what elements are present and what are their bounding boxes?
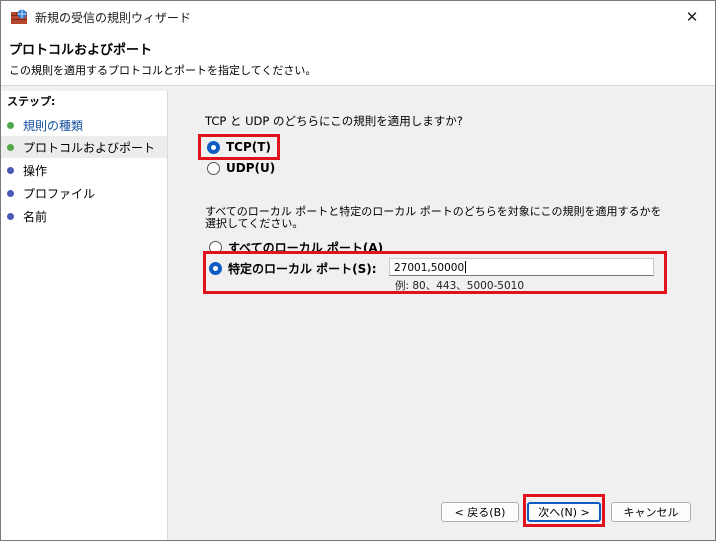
step-pending-dot-icon <box>7 189 14 197</box>
close-button[interactable]: ✕ <box>669 1 715 33</box>
next-highlight-box <box>523 494 605 527</box>
step-pending-dot-icon <box>7 166 14 174</box>
cancel-button[interactable]: キャンセル <box>611 502 691 522</box>
step-name[interactable]: 名前 <box>1 205 167 227</box>
back-button-label: < 戻る(B) <box>454 506 506 519</box>
step-label: プロトコルおよびポート <box>23 140 156 155</box>
wizard-window: 新規の受信の規則ウィザード ✕ プロトコルおよびポート この規則を適用するプロト… <box>0 0 716 541</box>
step-complete-dot-icon <box>7 121 14 129</box>
window-title: 新規の受信の規則ウィザード <box>35 11 192 25</box>
radio-unchecked-icon <box>207 161 220 175</box>
step-pending-dot-icon <box>7 212 14 220</box>
steps-panel: ステップ: 規則の種類 プロトコルおよびポート 操作 プロファイル 名前 <box>1 91 168 540</box>
ports-description: すべてのローカル ポートと特定のローカル ポートのどちらを対象にこの規則を適用す… <box>205 205 662 230</box>
udp-label: UDP(U) <box>226 161 276 175</box>
step-complete-dot-icon <box>7 143 14 151</box>
step-action[interactable]: 操作 <box>1 159 167 181</box>
title-bar: 新規の受信の規則ウィザード ✕ <box>1 1 715 33</box>
step-label: 操作 <box>23 163 48 178</box>
step-label: プロファイル <box>23 186 96 201</box>
step-label: 名前 <box>23 209 48 224</box>
cancel-button-label: キャンセル <box>623 506 679 519</box>
protocol-question: TCP と UDP のどちらにこの規則を適用しますか? <box>205 114 463 128</box>
firewall-app-icon <box>11 9 27 24</box>
close-icon: ✕ <box>685 8 699 26</box>
udp-radio[interactable]: UDP(U) <box>207 161 275 175</box>
step-profile[interactable]: プロファイル <box>1 182 167 204</box>
step-rule-type[interactable]: 規則の種類 <box>1 114 167 136</box>
step-protocol-and-ports[interactable]: プロトコルおよびポート <box>1 136 167 158</box>
page-header: プロトコルおよびポート この規則を適用するプロトコルとポートを指定してください。 <box>1 33 715 86</box>
step-label: 規則の種類 <box>23 118 84 133</box>
page-title: プロトコルおよびポート <box>9 43 153 58</box>
specific-ports-highlight-box <box>203 251 667 294</box>
page-description: この規則を適用するプロトコルとポートを指定してください。 <box>9 64 317 77</box>
steps-header: ステップ: <box>7 95 56 108</box>
tcp-highlight-box <box>198 134 280 160</box>
main-panel: TCP と UDP のどちらにこの規則を適用しますか? TCP(T) UDP(U… <box>169 91 715 540</box>
back-button[interactable]: < 戻る(B) <box>441 502 519 522</box>
